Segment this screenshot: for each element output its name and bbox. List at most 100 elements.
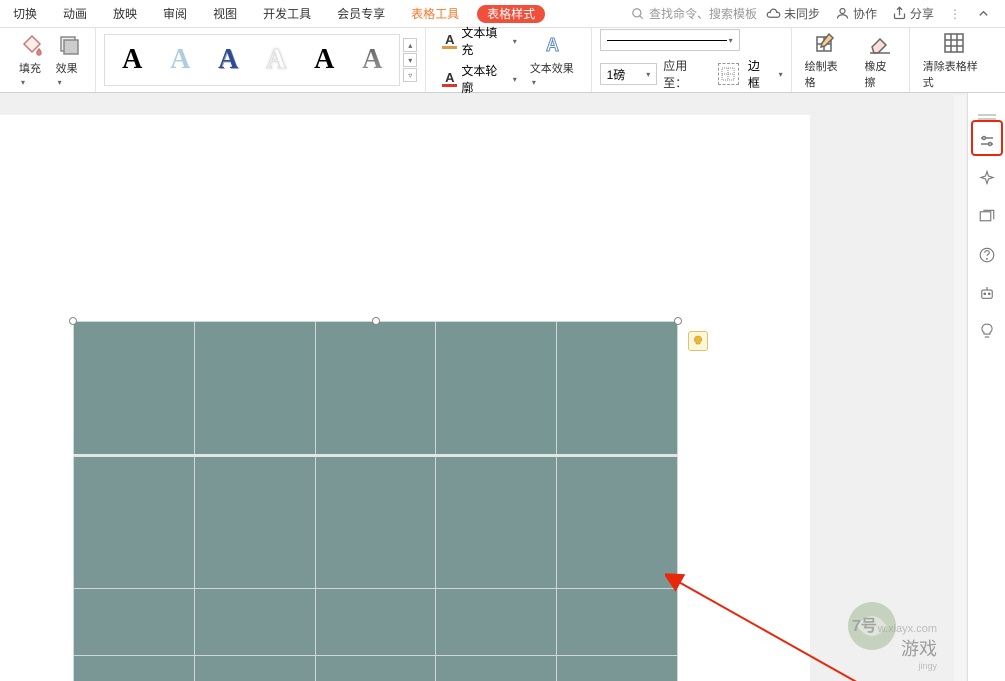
table-cell[interactable] [194,589,315,656]
menu-switch[interactable]: 切换 [0,0,50,28]
table-cell[interactable] [74,656,195,681]
gallery-up[interactable]: ▴ [403,38,417,52]
svg-text:A: A [546,35,559,55]
side-help-button[interactable] [977,245,997,265]
line-weight-select[interactable]: 1磅 ▾ [600,63,658,85]
resize-handle-tr[interactable] [674,317,682,325]
eraser-button[interactable]: 橡皮擦 [859,31,900,90]
search-box[interactable]: 查找命令、搜索模板 [631,5,757,22]
table-cell[interactable] [315,455,436,589]
question-icon [978,246,996,264]
more-button[interactable]: ⋮ [943,7,967,21]
menu-devtools[interactable]: 开发工具 [250,0,324,28]
effect-icon [57,33,81,57]
font-style-6[interactable]: A [348,38,396,82]
text-fill-icon: A [442,33,457,49]
smart-tag-button[interactable] [688,331,708,351]
menu-member[interactable]: 会员专享 [324,0,398,28]
table-cell[interactable] [436,589,557,656]
table-cell[interactable] [194,656,315,681]
menu-view[interactable]: 视图 [200,0,250,28]
canvas[interactable]: 7号 w.xiayx.com 游戏 jingy [0,93,967,681]
text-outline-icon: A [442,71,457,87]
text-effect-button[interactable]: A 文本效果▾ [525,33,583,88]
scrollbar-vertical[interactable] [954,95,966,681]
table-cell[interactable] [74,455,195,589]
table-cell[interactable] [557,656,678,681]
gallery-more[interactable]: ▿ [403,68,417,82]
svg-text:7号: 7号 [852,617,877,635]
font-style-2[interactable]: A [156,38,204,82]
dropdown-arrow-icon: ▾ [58,78,62,87]
effect-button[interactable]: 效果▾ [51,33,88,88]
fill-button[interactable]: 填充▾ [14,33,51,88]
font-style-3[interactable]: A [204,38,252,82]
border-grid-icon [721,67,735,81]
layers-icon [978,208,996,226]
table-cell[interactable] [315,589,436,656]
side-properties-button[interactable] [977,131,997,151]
dropdown-arrow-icon[interactable]: ▾ [779,70,783,79]
menu-slideshow[interactable]: 放映 [100,0,150,28]
menu-table-style[interactable]: 表格样式 [477,5,545,23]
table[interactable] [73,321,678,681]
search-icon [631,7,645,21]
draw-table-button[interactable]: 绘制表格 [800,31,852,90]
dropdown-arrow-icon: ▾ [513,37,517,46]
share-button[interactable]: 分享 [886,5,940,22]
table-cell[interactable] [557,589,678,656]
font-style-4[interactable]: A [252,38,300,82]
table-cell[interactable] [194,455,315,589]
clear-table-style-button[interactable]: 清除表格样式 [918,31,991,90]
table-cell[interactable] [557,455,678,589]
text-effects-group: A 文本填充 ▾ A 文本轮廓 ▾ A 文本效果▾ [426,28,591,92]
table-cell[interactable] [74,322,195,456]
menu-right: 查找命令、搜索模板 未同步 协作 分享 ⋮ [631,5,1005,22]
line-preview [607,40,727,41]
side-robot-button[interactable] [977,283,997,303]
cloud-icon [766,6,781,21]
menu-icon[interactable] [976,113,998,121]
table-cell[interactable] [436,322,557,456]
table-cell[interactable] [315,656,436,681]
text-outline-button[interactable]: A 文本轮廓 ▾ [442,62,517,96]
font-style-group: A A A A A A ▴ ▾ ▿ [96,28,426,92]
table-cell[interactable] [74,589,195,656]
font-style-5[interactable]: A [300,38,348,82]
side-idea-button[interactable] [977,321,997,341]
collab-button[interactable]: 协作 [829,5,883,22]
table-cell[interactable] [194,322,315,456]
clear-style-icon [942,31,966,55]
line-group: ▾ 1磅 ▾ 应用至： 边框 ▾ [592,28,792,92]
menu-review[interactable]: 审阅 [150,0,200,28]
gallery-down[interactable]: ▾ [403,53,417,67]
menu-animation[interactable]: 动画 [50,0,100,28]
text-fill-button[interactable]: A 文本填充 ▾ [442,24,517,58]
table-cell[interactable] [436,455,557,589]
side-template-button[interactable] [977,207,997,227]
lightbulb-icon [692,335,704,347]
border-target-button[interactable] [718,63,739,85]
table-cell[interactable] [557,322,678,456]
resize-handle-tl[interactable] [69,317,77,325]
search-placeholder: 查找命令、搜索模板 [649,5,757,22]
slide[interactable] [0,115,810,681]
chevron-up-icon [976,6,991,21]
table-object[interactable] [73,321,678,681]
person-icon [835,6,850,21]
font-style-1[interactable]: A [108,38,156,82]
side-ai-button[interactable] [977,169,997,189]
right-sidebar [967,93,1005,681]
table-cell[interactable] [436,656,557,681]
collapse-ribbon-button[interactable] [970,6,997,21]
table-cell[interactable] [315,322,436,456]
border-label: 边框 [748,57,771,91]
line-style-select[interactable]: ▾ [600,29,740,51]
resize-handle-tm[interactable] [372,317,380,325]
dropdown-arrow-icon: ▾ [513,75,517,84]
dropdown-arrow-icon: ▾ [532,78,536,87]
dropdown-arrow-icon: ▾ [729,36,733,45]
sync-button[interactable]: 未同步 [760,5,826,22]
sparkle-icon [978,170,996,188]
robot-icon [978,284,996,302]
